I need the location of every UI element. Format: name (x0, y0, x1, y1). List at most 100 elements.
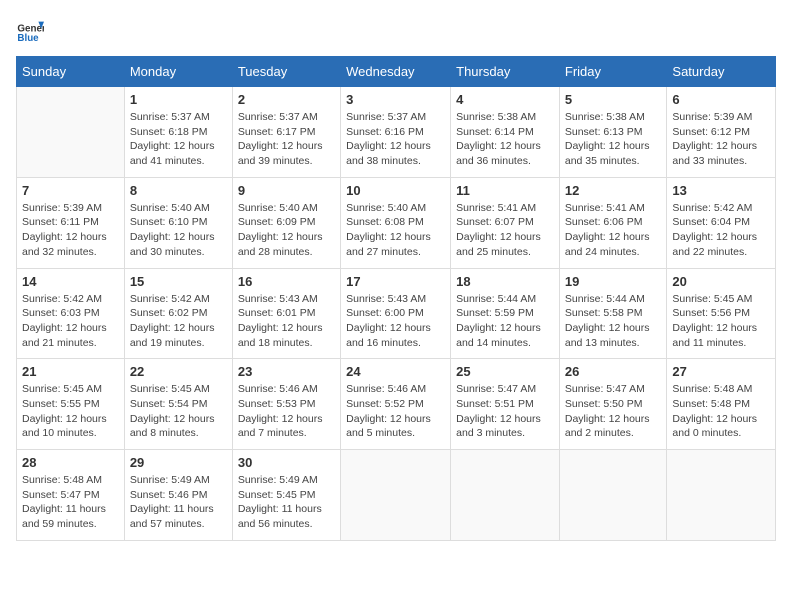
day-detail: Sunrise: 5:44 AMSunset: 5:59 PMDaylight:… (456, 292, 554, 351)
table-row: 8 Sunrise: 5:40 AMSunset: 6:10 PMDayligh… (124, 177, 232, 268)
day-detail: Sunrise: 5:40 AMSunset: 6:09 PMDaylight:… (238, 201, 335, 260)
table-row: 17 Sunrise: 5:43 AMSunset: 6:00 PMDaylig… (341, 268, 451, 359)
table-row: 30 Sunrise: 5:49 AMSunset: 5:45 PMDaylig… (232, 450, 340, 541)
table-row: 2 Sunrise: 5:37 AMSunset: 6:17 PMDayligh… (232, 87, 340, 178)
table-row: 20 Sunrise: 5:45 AMSunset: 5:56 PMDaylig… (667, 268, 776, 359)
day-detail: Sunrise: 5:42 AMSunset: 6:02 PMDaylight:… (130, 292, 227, 351)
day-detail: Sunrise: 5:37 AMSunset: 6:18 PMDaylight:… (130, 110, 227, 169)
table-row (559, 450, 667, 541)
day-number: 14 (22, 274, 119, 289)
day-number: 11 (456, 183, 554, 198)
table-row: 1 Sunrise: 5:37 AMSunset: 6:18 PMDayligh… (124, 87, 232, 178)
header-wednesday: Wednesday (341, 57, 451, 87)
table-row (17, 87, 125, 178)
day-number: 24 (346, 364, 445, 379)
header-tuesday: Tuesday (232, 57, 340, 87)
table-row: 25 Sunrise: 5:47 AMSunset: 5:51 PMDaylig… (451, 359, 560, 450)
day-number: 12 (565, 183, 662, 198)
table-row: 10 Sunrise: 5:40 AMSunset: 6:08 PMDaylig… (341, 177, 451, 268)
day-number: 28 (22, 455, 119, 470)
logo: General Blue (16, 16, 44, 44)
day-number: 22 (130, 364, 227, 379)
table-row: 3 Sunrise: 5:37 AMSunset: 6:16 PMDayligh… (341, 87, 451, 178)
day-number: 2 (238, 92, 335, 107)
day-number: 1 (130, 92, 227, 107)
day-number: 3 (346, 92, 445, 107)
day-number: 20 (672, 274, 770, 289)
logo-icon: General Blue (16, 16, 44, 44)
table-row: 4 Sunrise: 5:38 AMSunset: 6:14 PMDayligh… (451, 87, 560, 178)
header-monday: Monday (124, 57, 232, 87)
day-detail: Sunrise: 5:46 AMSunset: 5:52 PMDaylight:… (346, 382, 445, 441)
table-row (341, 450, 451, 541)
table-row: 9 Sunrise: 5:40 AMSunset: 6:09 PMDayligh… (232, 177, 340, 268)
table-row (451, 450, 560, 541)
day-detail: Sunrise: 5:47 AMSunset: 5:50 PMDaylight:… (565, 382, 662, 441)
table-row: 28 Sunrise: 5:48 AMSunset: 5:47 PMDaylig… (17, 450, 125, 541)
day-detail: Sunrise: 5:45 AMSunset: 5:56 PMDaylight:… (672, 292, 770, 351)
week-row-2: 7 Sunrise: 5:39 AMSunset: 6:11 PMDayligh… (17, 177, 776, 268)
day-number: 9 (238, 183, 335, 198)
day-detail: Sunrise: 5:46 AMSunset: 5:53 PMDaylight:… (238, 382, 335, 441)
day-number: 30 (238, 455, 335, 470)
day-detail: Sunrise: 5:42 AMSunset: 6:04 PMDaylight:… (672, 201, 770, 260)
table-row: 7 Sunrise: 5:39 AMSunset: 6:11 PMDayligh… (17, 177, 125, 268)
day-detail: Sunrise: 5:49 AMSunset: 5:45 PMDaylight:… (238, 473, 335, 532)
table-row: 27 Sunrise: 5:48 AMSunset: 5:48 PMDaylig… (667, 359, 776, 450)
table-row: 13 Sunrise: 5:42 AMSunset: 6:04 PMDaylig… (667, 177, 776, 268)
svg-text:Blue: Blue (17, 33, 39, 44)
day-detail: Sunrise: 5:48 AMSunset: 5:47 PMDaylight:… (22, 473, 119, 532)
day-number: 18 (456, 274, 554, 289)
day-detail: Sunrise: 5:44 AMSunset: 5:58 PMDaylight:… (565, 292, 662, 351)
day-number: 23 (238, 364, 335, 379)
day-detail: Sunrise: 5:37 AMSunset: 6:16 PMDaylight:… (346, 110, 445, 169)
day-number: 25 (456, 364, 554, 379)
day-detail: Sunrise: 5:41 AMSunset: 6:07 PMDaylight:… (456, 201, 554, 260)
day-number: 29 (130, 455, 227, 470)
table-row: 23 Sunrise: 5:46 AMSunset: 5:53 PMDaylig… (232, 359, 340, 450)
calendar-table: SundayMondayTuesdayWednesdayThursdayFrid… (16, 56, 776, 541)
day-detail: Sunrise: 5:40 AMSunset: 6:08 PMDaylight:… (346, 201, 445, 260)
day-number: 27 (672, 364, 770, 379)
table-row: 12 Sunrise: 5:41 AMSunset: 6:06 PMDaylig… (559, 177, 667, 268)
day-number: 10 (346, 183, 445, 198)
header-thursday: Thursday (451, 57, 560, 87)
header-friday: Friday (559, 57, 667, 87)
week-row-4: 21 Sunrise: 5:45 AMSunset: 5:55 PMDaylig… (17, 359, 776, 450)
day-number: 16 (238, 274, 335, 289)
table-row: 18 Sunrise: 5:44 AMSunset: 5:59 PMDaylig… (451, 268, 560, 359)
table-row: 26 Sunrise: 5:47 AMSunset: 5:50 PMDaylig… (559, 359, 667, 450)
table-row: 11 Sunrise: 5:41 AMSunset: 6:07 PMDaylig… (451, 177, 560, 268)
table-row: 5 Sunrise: 5:38 AMSunset: 6:13 PMDayligh… (559, 87, 667, 178)
table-row: 14 Sunrise: 5:42 AMSunset: 6:03 PMDaylig… (17, 268, 125, 359)
table-row: 15 Sunrise: 5:42 AMSunset: 6:02 PMDaylig… (124, 268, 232, 359)
week-row-5: 28 Sunrise: 5:48 AMSunset: 5:47 PMDaylig… (17, 450, 776, 541)
day-number: 26 (565, 364, 662, 379)
table-row: 19 Sunrise: 5:44 AMSunset: 5:58 PMDaylig… (559, 268, 667, 359)
day-detail: Sunrise: 5:47 AMSunset: 5:51 PMDaylight:… (456, 382, 554, 441)
week-row-1: 1 Sunrise: 5:37 AMSunset: 6:18 PMDayligh… (17, 87, 776, 178)
header-sunday: Sunday (17, 57, 125, 87)
table-row: 6 Sunrise: 5:39 AMSunset: 6:12 PMDayligh… (667, 87, 776, 178)
day-number: 13 (672, 183, 770, 198)
table-row: 16 Sunrise: 5:43 AMSunset: 6:01 PMDaylig… (232, 268, 340, 359)
day-number: 15 (130, 274, 227, 289)
table-row: 24 Sunrise: 5:46 AMSunset: 5:52 PMDaylig… (341, 359, 451, 450)
day-detail: Sunrise: 5:48 AMSunset: 5:48 PMDaylight:… (672, 382, 770, 441)
day-detail: Sunrise: 5:42 AMSunset: 6:03 PMDaylight:… (22, 292, 119, 351)
table-row (667, 450, 776, 541)
day-detail: Sunrise: 5:39 AMSunset: 6:11 PMDaylight:… (22, 201, 119, 260)
day-number: 6 (672, 92, 770, 107)
day-number: 17 (346, 274, 445, 289)
day-number: 5 (565, 92, 662, 107)
day-detail: Sunrise: 5:38 AMSunset: 6:13 PMDaylight:… (565, 110, 662, 169)
day-number: 19 (565, 274, 662, 289)
day-detail: Sunrise: 5:39 AMSunset: 6:12 PMDaylight:… (672, 110, 770, 169)
day-number: 21 (22, 364, 119, 379)
day-detail: Sunrise: 5:45 AMSunset: 5:55 PMDaylight:… (22, 382, 119, 441)
day-number: 8 (130, 183, 227, 198)
day-detail: Sunrise: 5:49 AMSunset: 5:46 PMDaylight:… (130, 473, 227, 532)
table-row: 21 Sunrise: 5:45 AMSunset: 5:55 PMDaylig… (17, 359, 125, 450)
day-detail: Sunrise: 5:40 AMSunset: 6:10 PMDaylight:… (130, 201, 227, 260)
day-detail: Sunrise: 5:41 AMSunset: 6:06 PMDaylight:… (565, 201, 662, 260)
